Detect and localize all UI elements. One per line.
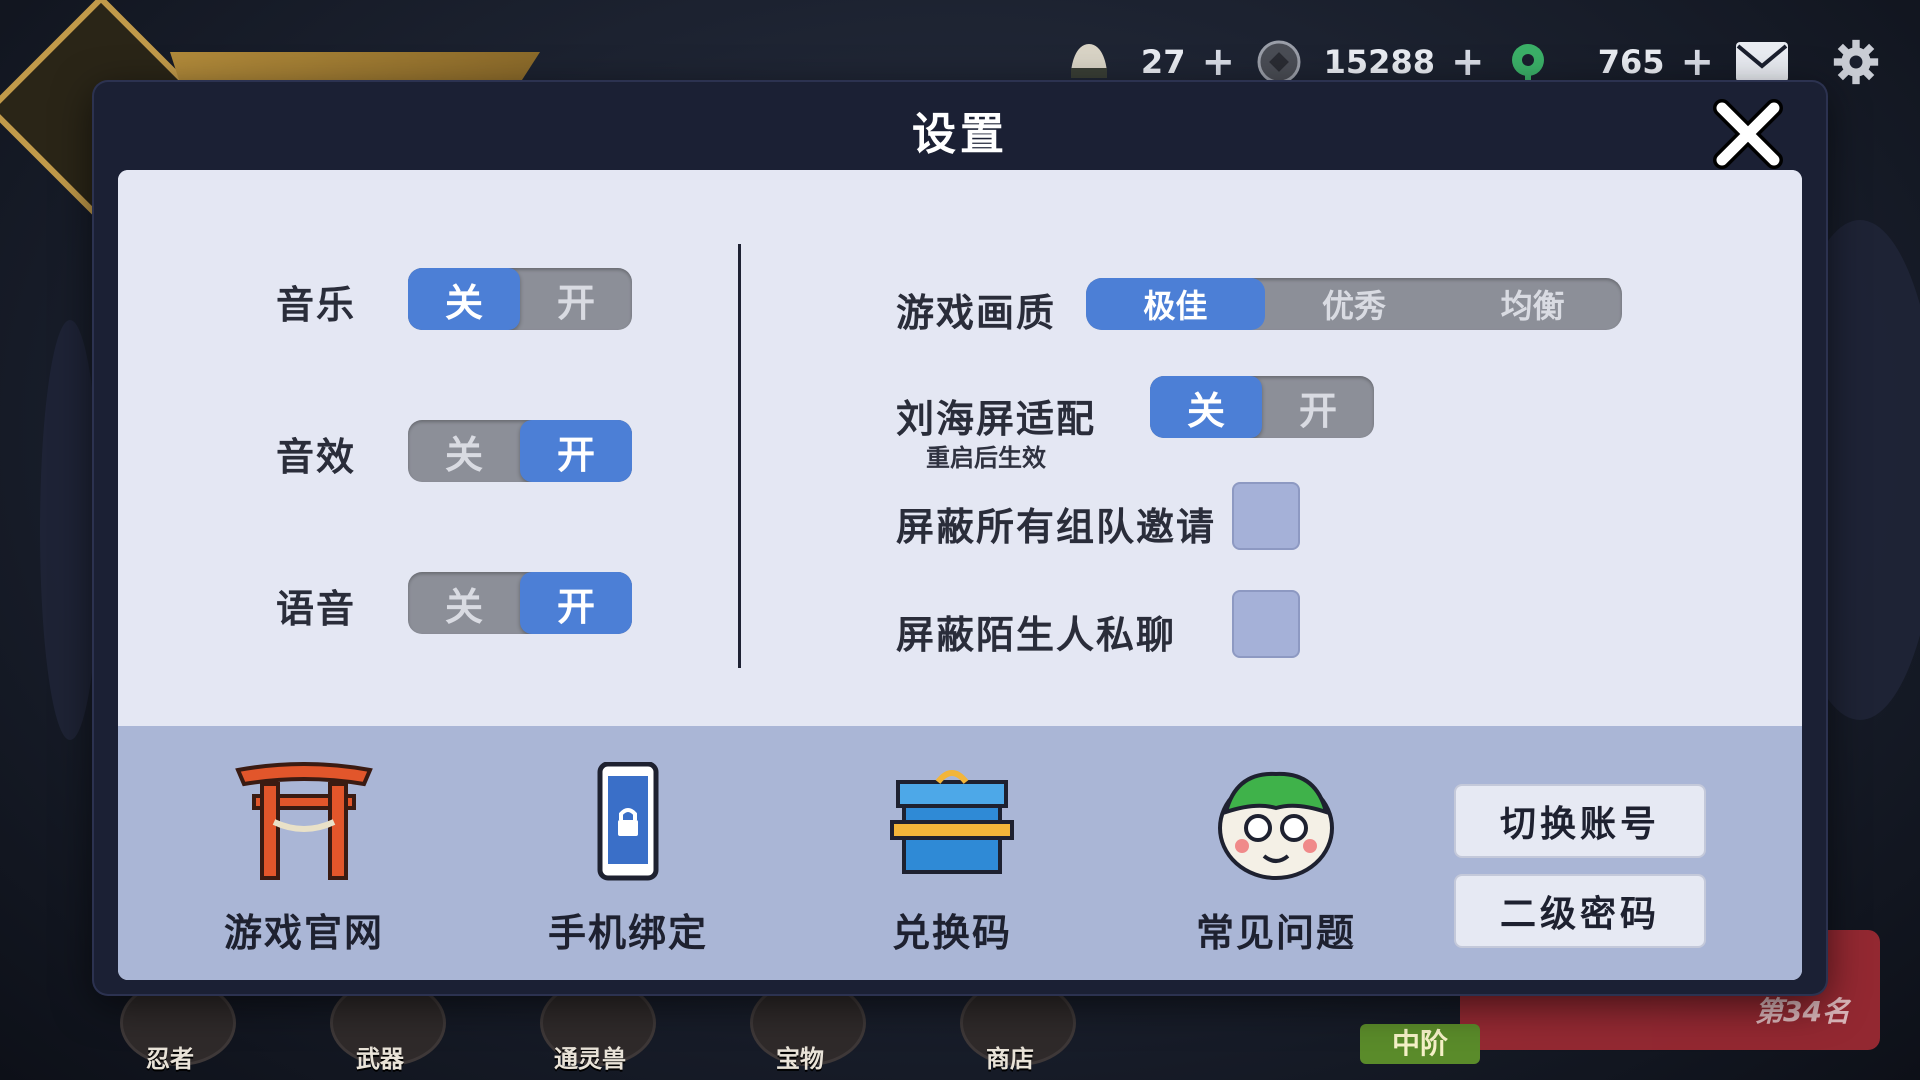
gift-box-icon xyxy=(890,770,1014,874)
resource-bar: 27 + 15288 + 765 + xyxy=(1065,36,1880,88)
notch-note: 重启后生效 xyxy=(926,444,1046,472)
nav-label: 忍者 xyxy=(146,1045,194,1073)
tier-badge: 中阶 xyxy=(1360,1024,1480,1064)
coin-count: 15288 xyxy=(1323,43,1435,81)
rice-ball-icon xyxy=(1065,38,1113,86)
rank-text: 第34名 xyxy=(1755,995,1850,1028)
quality-option-balanced[interactable]: 均衡 xyxy=(1443,278,1622,330)
faq-tile[interactable]: 常见问题 xyxy=(1146,762,1406,955)
jade-resource: 765 + xyxy=(1504,38,1722,86)
rice-resource: 27 + xyxy=(1065,38,1243,86)
mail-icon[interactable] xyxy=(1734,38,1790,86)
jade-count: 765 xyxy=(1597,43,1665,81)
settings-panel: 音乐 关 开 音效 关 开 语音 关 开 游戏画质 极佳 优秀 均衡 刘海屏适配… xyxy=(118,170,1802,980)
background-decoration xyxy=(40,320,100,740)
sfx-toggle[interactable]: 关 开 xyxy=(408,420,632,482)
gear-icon[interactable] xyxy=(1832,38,1880,86)
nav-ninja[interactable]: 忍者 xyxy=(110,980,236,1080)
frog-helper-icon xyxy=(1218,771,1334,880)
add-rice-button[interactable]: + xyxy=(1201,39,1235,85)
column-divider xyxy=(738,244,741,668)
nav-treasure[interactable]: 宝物 xyxy=(740,980,866,1080)
quality-selector[interactable]: 极佳 优秀 均衡 xyxy=(1086,278,1622,330)
phone-lock-icon xyxy=(597,762,659,881)
coin-icon xyxy=(1255,38,1303,86)
settings-dialog: 设置 音乐 关 开 音效 关 开 语音 关 开 游戏画质 极佳 优秀 均衡 刘海… xyxy=(94,82,1826,994)
nav-shop[interactable]: 商店 xyxy=(950,980,1076,1080)
voice-toggle[interactable]: 关 开 xyxy=(408,572,632,634)
close-button[interactable] xyxy=(1708,94,1788,174)
jade-icon xyxy=(1504,38,1552,86)
block-team-label: 屏蔽所有组队邀请 xyxy=(896,505,1217,549)
close-icon xyxy=(1713,99,1783,169)
nav-label: 武器 xyxy=(356,1045,404,1073)
phone-bind-label: 手机绑定 xyxy=(547,911,708,955)
block-pm-label: 屏蔽陌生人私聊 xyxy=(896,613,1177,657)
redeem-code-tile[interactable]: 兑换码 xyxy=(822,762,1082,955)
block-pm-checkbox[interactable] xyxy=(1232,590,1300,658)
nav-label: 宝物 xyxy=(776,1045,824,1073)
add-jade-button[interactable]: + xyxy=(1680,39,1714,85)
quality-option-high[interactable]: 优秀 xyxy=(1265,278,1444,330)
music-off-option[interactable]: 关 xyxy=(408,268,520,330)
dialog-title: 设置 xyxy=(912,109,1008,160)
nav-label: 通灵兽 xyxy=(554,1045,626,1073)
sfx-off-option[interactable]: 关 xyxy=(408,420,520,482)
torii-gate-icon xyxy=(235,762,373,880)
phone-bind-tile[interactable]: 手机绑定 xyxy=(498,762,758,955)
notch-toggle[interactable]: 关 开 xyxy=(1150,376,1374,438)
block-team-checkbox[interactable] xyxy=(1232,482,1300,550)
quality-label: 游戏画质 xyxy=(896,291,1057,335)
music-label: 音乐 xyxy=(276,283,357,327)
music-on-option[interactable]: 开 xyxy=(520,268,632,330)
voice-label: 语音 xyxy=(276,587,357,631)
sfx-on-option[interactable]: 开 xyxy=(520,420,632,482)
voice-on-option[interactable]: 开 xyxy=(520,572,632,634)
official-site-label: 游戏官网 xyxy=(223,911,384,955)
settings-lower: 游戏官网 手机绑定 兑换码 常见问题 切换账号 二级密码 xyxy=(118,726,1802,980)
faq-label: 常见问题 xyxy=(1195,911,1356,955)
redeem-code-label: 兑换码 xyxy=(891,911,1012,955)
add-coin-button[interactable]: + xyxy=(1451,39,1485,85)
nav-weapon[interactable]: 武器 xyxy=(320,980,446,1080)
sfx-label: 音效 xyxy=(276,435,357,479)
music-toggle[interactable]: 关 开 xyxy=(408,268,632,330)
second-password-button[interactable]: 二级密码 xyxy=(1454,874,1706,948)
notch-off-option[interactable]: 关 xyxy=(1150,376,1262,438)
voice-off-option[interactable]: 关 xyxy=(408,572,520,634)
coin-resource: 15288 + xyxy=(1255,38,1493,86)
switch-account-button[interactable]: 切换账号 xyxy=(1454,784,1706,858)
official-site-tile[interactable]: 游戏官网 xyxy=(174,762,434,955)
nav-summon[interactable]: 通灵兽 xyxy=(530,980,656,1080)
notch-on-option[interactable]: 开 xyxy=(1262,376,1374,438)
settings-upper: 音乐 关 开 音效 关 开 语音 关 开 游戏画质 极佳 优秀 均衡 刘海屏适配… xyxy=(118,170,1802,726)
quality-option-ultra[interactable]: 极佳 xyxy=(1086,278,1265,330)
nav-label: 商店 xyxy=(986,1045,1034,1073)
rice-count: 27 xyxy=(1140,43,1186,81)
notch-label: 刘海屏适配 xyxy=(896,397,1097,441)
